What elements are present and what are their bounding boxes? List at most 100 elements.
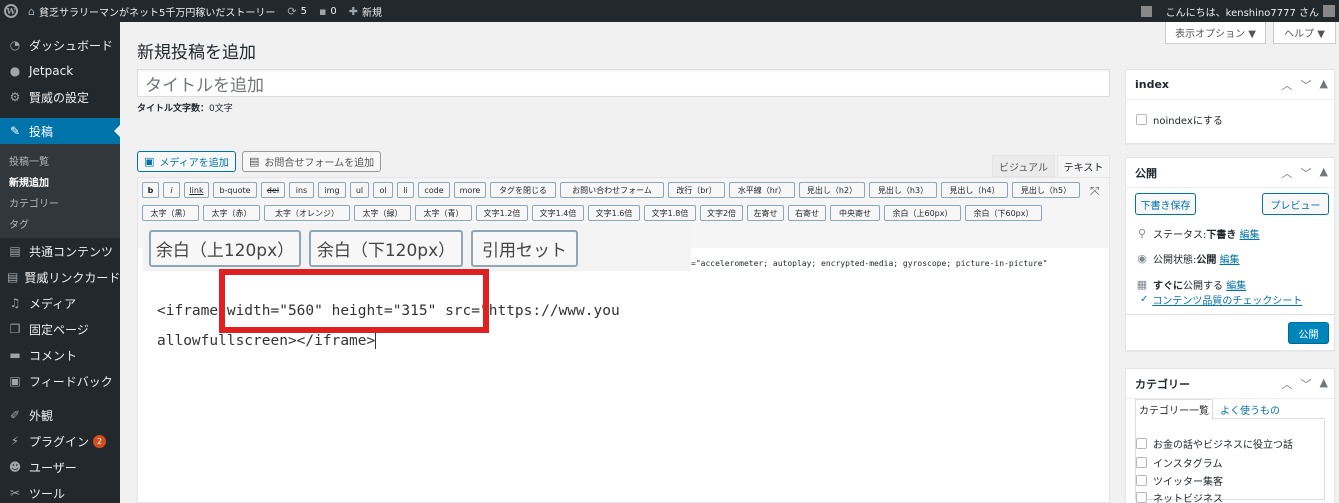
title-input[interactable]: タイトルを追加 xyxy=(137,69,1110,97)
tab-popular-categories[interactable]: よく使うもの xyxy=(1217,399,1283,420)
qt-bold-green[interactable]: 太字（緑） xyxy=(354,205,411,221)
qt-contact-form[interactable]: お問い合わせフォーム xyxy=(560,182,664,198)
category-checkbox[interactable] xyxy=(1136,457,1147,468)
submenu-categories[interactable]: カテゴリー xyxy=(0,192,120,213)
menu-tools[interactable]: ✂ ツール xyxy=(0,480,120,503)
noindex-checkbox[interactable] xyxy=(1136,114,1147,125)
category-box-header[interactable]: カテゴリー ︿ ﹀ ▲ xyxy=(1126,369,1334,399)
qt-margin-bottom-60[interactable]: 余白（下60px） xyxy=(965,205,1042,221)
qt-br[interactable]: 改行（br） xyxy=(668,182,725,198)
qt-italic[interactable]: i xyxy=(163,182,180,198)
qt-size-1-2[interactable]: 文字1.2倍 xyxy=(476,205,528,221)
status-edit-link[interactable]: 編集 xyxy=(1240,226,1260,241)
chevron-down-icon[interactable]: ﹀ xyxy=(1301,77,1312,93)
qt-align-left[interactable]: 左寄せ xyxy=(747,205,784,221)
tab-visual[interactable]: ビジュアル xyxy=(992,155,1055,177)
wordpress-logo-icon[interactable]: W xyxy=(0,0,22,22)
menu-users[interactable]: ☻ ユーザー xyxy=(0,454,120,480)
avatar[interactable] xyxy=(1323,5,1335,17)
category-item[interactable]: ネットビジネス xyxy=(1136,490,1223,503)
qt-bquote[interactable]: b-quote xyxy=(213,182,257,198)
qt-ol[interactable]: ol xyxy=(373,182,393,198)
tab-text[interactable]: テキスト xyxy=(1057,155,1110,177)
preview-button[interactable]: プレビュー xyxy=(1262,193,1329,215)
category-item[interactable]: ツイッター集客 xyxy=(1136,473,1223,488)
qt-img[interactable]: img xyxy=(318,182,346,198)
qt-bold-black[interactable]: 太字（黒） xyxy=(142,205,199,221)
qt-margin-bottom-120[interactable]: 余白（下120px） xyxy=(309,230,463,267)
qt-h4[interactable]: 見出し（h4） xyxy=(941,182,1008,198)
category-checkbox[interactable] xyxy=(1136,438,1147,449)
content-check-link[interactable]: コンテンツ品質のチェックシート xyxy=(1152,292,1302,307)
tab-all-categories[interactable]: カテゴリー一覧 xyxy=(1135,399,1213,420)
new-content-link[interactable]: ✚ 新規 xyxy=(343,0,388,22)
qt-close-tags[interactable]: タグを閉じる xyxy=(490,182,556,198)
qt-ul[interactable]: ul xyxy=(350,182,369,198)
qt-bold-blue[interactable]: 太字（青） xyxy=(415,205,472,221)
menu-comments[interactable]: ▬ コメント xyxy=(0,342,120,368)
menu-link-card[interactable]: ▤ 賢威リンクカード xyxy=(0,264,120,290)
chevron-up-icon[interactable]: ︿ xyxy=(1282,376,1293,392)
index-box-header[interactable]: index ︿ ﹀ ▲ xyxy=(1126,70,1334,100)
qt-size-1-6[interactable]: 文字1.6倍 xyxy=(588,205,640,221)
qt-align-right[interactable]: 右寄せ xyxy=(788,205,826,221)
qt-ins[interactable]: ins xyxy=(289,182,314,198)
chevron-up-icon[interactable]: ︿ xyxy=(1282,77,1293,93)
qt-li[interactable]: li xyxy=(397,182,414,198)
qt-align-center[interactable]: 中央寄せ xyxy=(830,205,880,221)
submenu-all-posts[interactable]: 投稿一覧 xyxy=(0,150,120,171)
qt-del[interactable]: del xyxy=(261,182,285,198)
qt-margin-top-120[interactable]: 余白（上120px） xyxy=(149,230,301,267)
comments-link[interactable]: ▪ 0 xyxy=(313,0,343,22)
category-checkbox[interactable] xyxy=(1136,475,1147,486)
chevron-down-icon[interactable]: ﹀ xyxy=(1301,165,1312,181)
help-button[interactable]: ヘルプ ▼ xyxy=(1273,22,1336,44)
qt-hr[interactable]: 水平線（hr） xyxy=(729,182,795,198)
publish-box-header[interactable]: 公開 ︿ ﹀ ▲ xyxy=(1126,158,1334,188)
qt-bold-orange[interactable]: 太字（オレンジ） xyxy=(264,205,350,221)
chevron-down-icon[interactable]: ﹀ xyxy=(1301,376,1312,392)
menu-feedback[interactable]: ▣ フィードバック xyxy=(0,368,120,394)
qt-h2[interactable]: 見出し（h2） xyxy=(799,182,865,198)
updates-link[interactable]: ⟳ 5 xyxy=(281,0,313,22)
visibility-edit-link[interactable]: 編集 xyxy=(1220,251,1240,266)
qt-more[interactable]: more xyxy=(454,182,486,198)
submenu-add-new[interactable]: 新規追加 xyxy=(0,171,120,192)
site-name-link[interactable]: ⌂ 貧乏サラリーマンがネット5千万円稼いだストーリー xyxy=(22,0,281,22)
menu-posts[interactable]: ✎ 投稿 xyxy=(0,118,120,144)
qt-link[interactable]: link xyxy=(184,182,209,198)
account-greeting[interactable]: こんにちは、kenshino7777 さん xyxy=(1166,4,1319,19)
menu-common-contents[interactable]: ▤ 共通コンテンツ xyxy=(0,238,120,264)
category-item[interactable]: インスタグラム xyxy=(1136,455,1223,470)
chevron-up-icon[interactable]: ︿ xyxy=(1282,165,1293,181)
save-draft-button[interactable]: 下書き保存 xyxy=(1135,193,1196,215)
qt-code[interactable]: code xyxy=(418,182,450,198)
menu-appearance[interactable]: ✐ 外観 xyxy=(0,402,120,428)
add-media-button[interactable]: ▣ メディアを追加 xyxy=(137,151,236,172)
category-checkbox[interactable] xyxy=(1136,492,1147,503)
toggle-icon[interactable]: ▲ xyxy=(1320,165,1328,181)
notification-icon[interactable] xyxy=(1140,5,1152,17)
schedule-edit-link[interactable]: 編集 xyxy=(1226,277,1246,292)
category-item[interactable]: お金の話やビジネスに役立つ話 xyxy=(1136,436,1293,451)
qt-bold[interactable]: b xyxy=(142,182,159,198)
qt-bold-red[interactable]: 太字（赤） xyxy=(203,205,260,221)
publish-button[interactable]: 公開 xyxy=(1288,322,1329,344)
qt-h5[interactable]: 見出し（h5） xyxy=(1012,182,1080,198)
qt-size-1-4[interactable]: 文字1.4倍 xyxy=(532,205,584,221)
add-contact-form-button[interactable]: ▤ お問合せフォームを追加 xyxy=(242,151,382,172)
screen-options-button[interactable]: 表示オプション ▼ xyxy=(1165,22,1266,44)
qt-margin-top-60[interactable]: 余白（上60px） xyxy=(884,205,961,221)
toggle-icon[interactable]: ▲ xyxy=(1320,376,1328,392)
qt-size-1-8[interactable]: 文字1.8倍 xyxy=(644,205,696,221)
menu-plugins[interactable]: ⚡ プラグイン 2 xyxy=(0,428,120,454)
menu-keni-settings[interactable]: ⚙ 賢威の設定 xyxy=(0,84,120,110)
menu-media[interactable]: ♫ メディア xyxy=(0,290,120,316)
menu-pages[interactable]: ❐ 固定ページ xyxy=(0,316,120,342)
submenu-tags[interactable]: タグ xyxy=(0,213,120,234)
fullscreen-icon[interactable]: ⤧ xyxy=(1090,184,1100,199)
menu-jetpack[interactable]: ● Jetpack xyxy=(0,58,120,84)
toggle-icon[interactable]: ▲ xyxy=(1320,77,1328,93)
qt-h3[interactable]: 見出し（h3） xyxy=(869,182,937,198)
qt-quote-set[interactable]: 引用セット xyxy=(471,230,578,267)
